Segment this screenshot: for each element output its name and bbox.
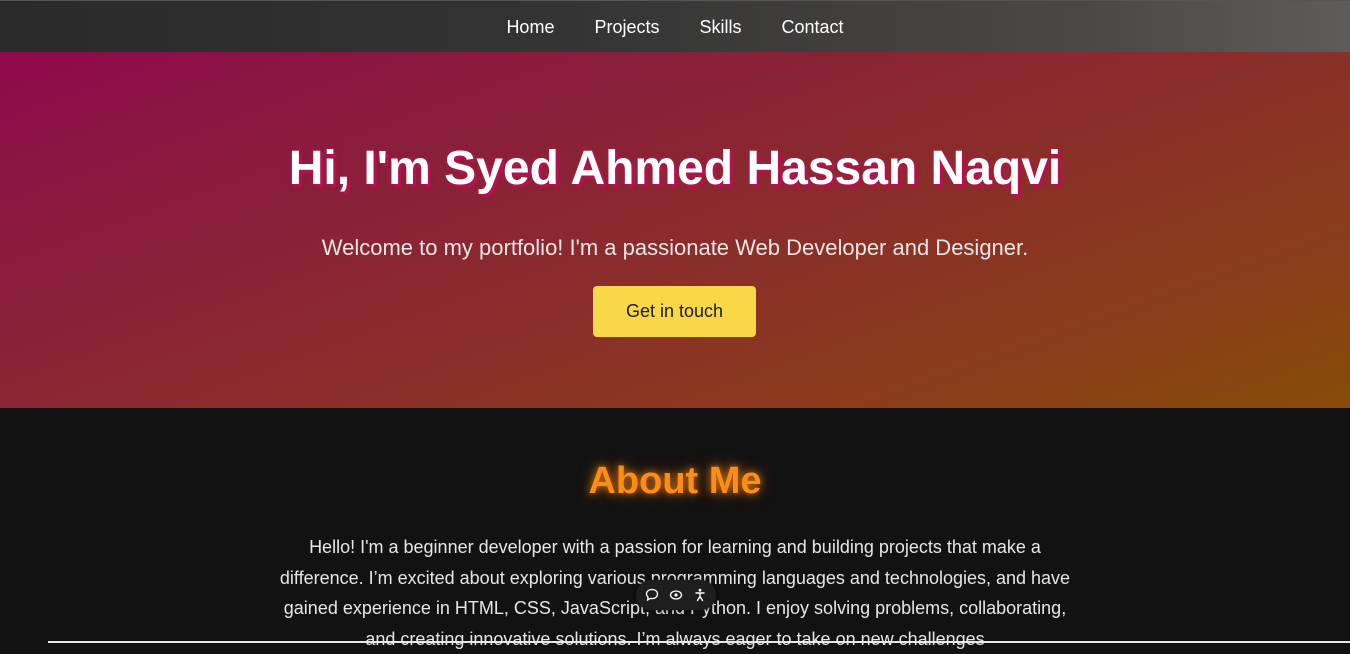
accessibility-icon[interactable]	[692, 587, 708, 603]
nav-link-projects[interactable]: Projects	[594, 16, 659, 38]
nav-link-home[interactable]: Home	[506, 16, 554, 38]
hero-subtitle: Welcome to my portfolio! I'm a passionat…	[321, 235, 1029, 260]
top-navbar: Home Projects Skills Contact	[0, 0, 1350, 52]
nav-link-contact[interactable]: Contact	[782, 16, 844, 38]
hero-section: Hi, I'm Syed Ahmed Hassan Naqvi Welcome …	[0, 52, 1350, 408]
comment-icon[interactable]	[644, 587, 660, 603]
floating-toolbar	[636, 580, 716, 610]
eye-icon[interactable]	[668, 587, 684, 603]
nav-link-skills[interactable]: Skills	[699, 16, 741, 38]
about-title: About Me	[588, 460, 762, 502]
get-in-touch-button[interactable]: Get in touch	[593, 286, 756, 337]
hero-title: Hi, I'm Syed Ahmed Hassan Naqvi	[288, 142, 1062, 195]
